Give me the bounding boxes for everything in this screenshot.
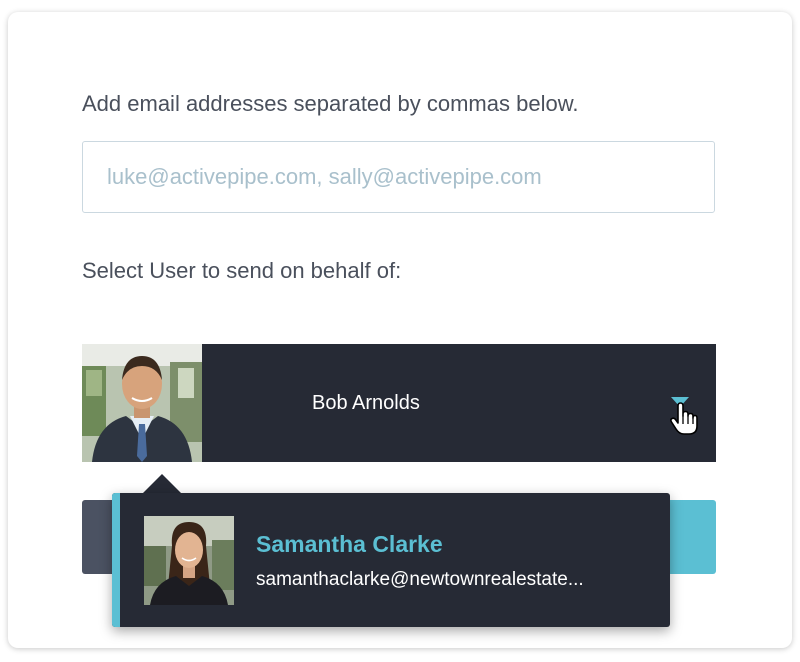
popover-caret <box>142 474 182 494</box>
option-user-name: Samantha Clarke <box>256 531 443 557</box>
user-select-dropdown[interactable]: Bob Arnolds <box>82 344 716 462</box>
selected-user-name: Bob Arnolds <box>312 392 420 414</box>
avatar-bob-arnolds <box>82 344 202 462</box>
select-user-label: Select User to send on behalf of: <box>82 258 402 283</box>
user-option-samantha-clarke[interactable]: Samantha Clarke samanthaclarke@newtownre… <box>112 493 670 627</box>
avatar-samantha-clarke <box>144 516 234 605</box>
email-label: Add email addresses separated by commas … <box>82 91 579 116</box>
user-options-popover: Samantha Clarke samanthaclarke@newtownre… <box>112 493 670 627</box>
hand-pointer-icon <box>670 402 698 436</box>
email-input[interactable] <box>82 141 715 213</box>
option-user-email: samanthaclarke@newtownrealestate... <box>256 569 584 590</box>
